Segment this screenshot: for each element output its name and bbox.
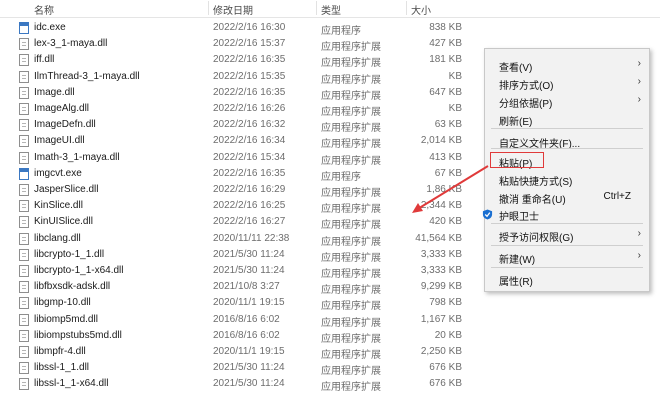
annotation-arrow [412, 165, 489, 213]
